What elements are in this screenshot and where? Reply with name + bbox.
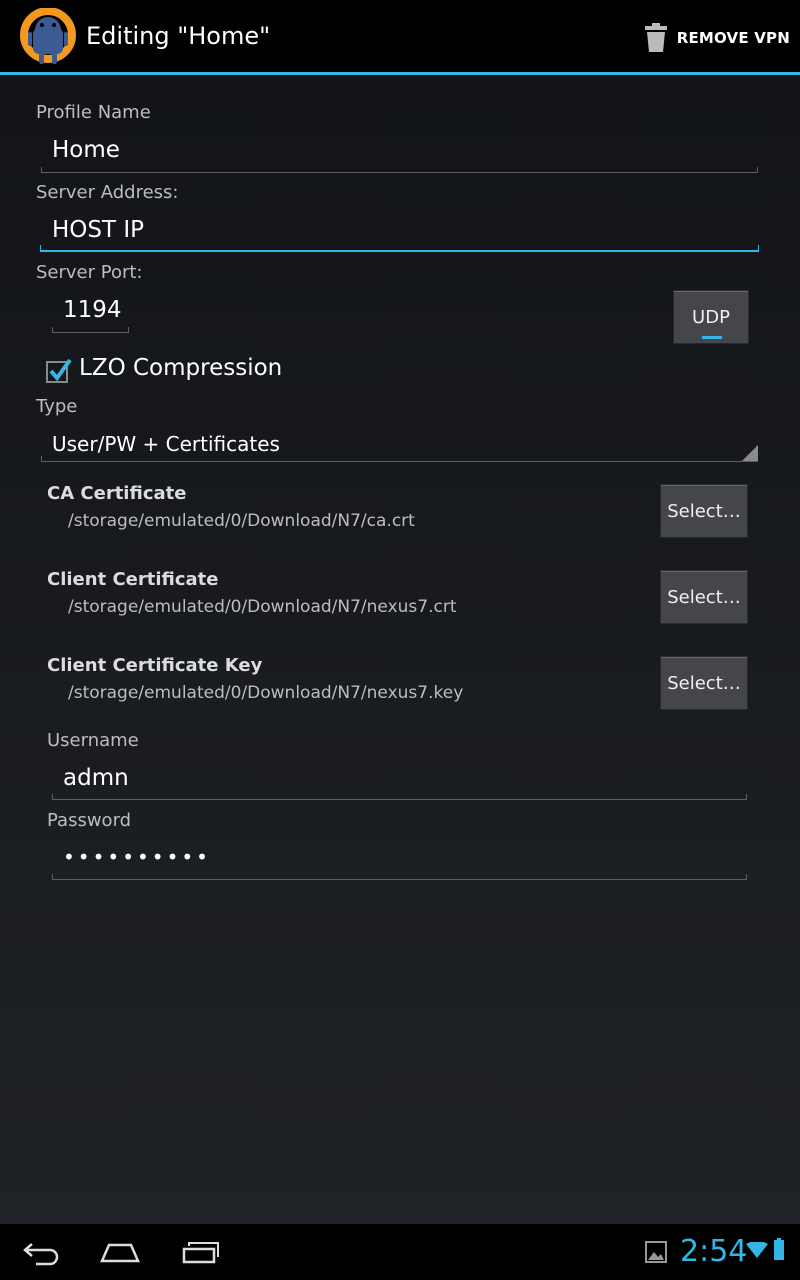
action-bar: Editing "Home" REMOVE VPN — [0, 0, 800, 75]
gallery-notification-icon — [645, 1241, 667, 1263]
client-key-select-button[interactable]: Select… — [660, 656, 748, 710]
password-input[interactable]: •••••••••• — [63, 845, 211, 869]
recent-apps-icon[interactable] — [182, 1240, 220, 1264]
lzo-checkbox[interactable] — [46, 358, 72, 384]
trash-icon — [644, 23, 667, 52]
profile-name-label: Profile Name — [36, 102, 151, 123]
server-address-input[interactable]: HOST IP — [52, 217, 144, 243]
server-port-label: Server Port: — [36, 262, 143, 283]
client-certificate-path: /storage/emulated/0/Download/N7/nexus7.c… — [68, 597, 457, 617]
username-input[interactable]: admn — [63, 765, 129, 791]
username-label: Username — [47, 730, 139, 751]
ca-certificate-select-button[interactable]: Select… — [660, 484, 748, 538]
type-spinner[interactable]: User/PW + Certificates — [52, 432, 280, 456]
openvpn-app-icon[interactable] — [18, 7, 78, 68]
profile-name-underline — [41, 167, 758, 173]
home-icon[interactable] — [100, 1241, 140, 1263]
back-icon[interactable] — [22, 1240, 60, 1266]
password-label: Password — [47, 810, 132, 831]
type-spinner-underline — [41, 456, 758, 462]
profile-name-input[interactable]: Home — [52, 137, 120, 163]
remove-vpn-label: REMOVE VPN — [676, 29, 790, 47]
server-port-input[interactable]: 1194 — [63, 297, 122, 323]
server-address-underline — [40, 245, 759, 252]
password-underline — [52, 874, 747, 880]
type-label: Type — [36, 396, 78, 417]
client-certificate-select-button[interactable]: Select… — [660, 570, 748, 624]
wifi-icon — [746, 1242, 768, 1258]
battery-icon — [774, 1238, 784, 1260]
client-key-title: Client Certificate Key — [47, 655, 263, 676]
protocol-label: UDP — [692, 306, 730, 328]
client-certificate-title: Client Certificate — [47, 569, 219, 590]
ca-certificate-path: /storage/emulated/0/Download/N7/ca.crt — [68, 511, 415, 531]
status-clock: 2:54 — [680, 1234, 748, 1269]
profile-edit-form: Profile Name Home Server Address: HOST I… — [0, 75, 800, 1224]
client-key-path: /storage/emulated/0/Download/N7/nexus7.k… — [68, 683, 464, 703]
protocol-toggle-button[interactable]: UDP — [673, 290, 749, 344]
toggle-indicator — [702, 336, 722, 339]
server-port-underline — [52, 327, 129, 333]
username-underline — [52, 794, 747, 800]
system-navigation-bar: 2:54 — [0, 1224, 800, 1280]
lzo-label[interactable]: LZO Compression — [79, 355, 282, 381]
remove-vpn-button[interactable]: REMOVE VPN — [644, 18, 790, 58]
page-title: Editing "Home" — [86, 22, 271, 50]
spinner-arrow-icon — [742, 445, 758, 461]
server-address-label: Server Address: — [36, 182, 179, 203]
ca-certificate-title: CA Certificate — [47, 483, 187, 504]
